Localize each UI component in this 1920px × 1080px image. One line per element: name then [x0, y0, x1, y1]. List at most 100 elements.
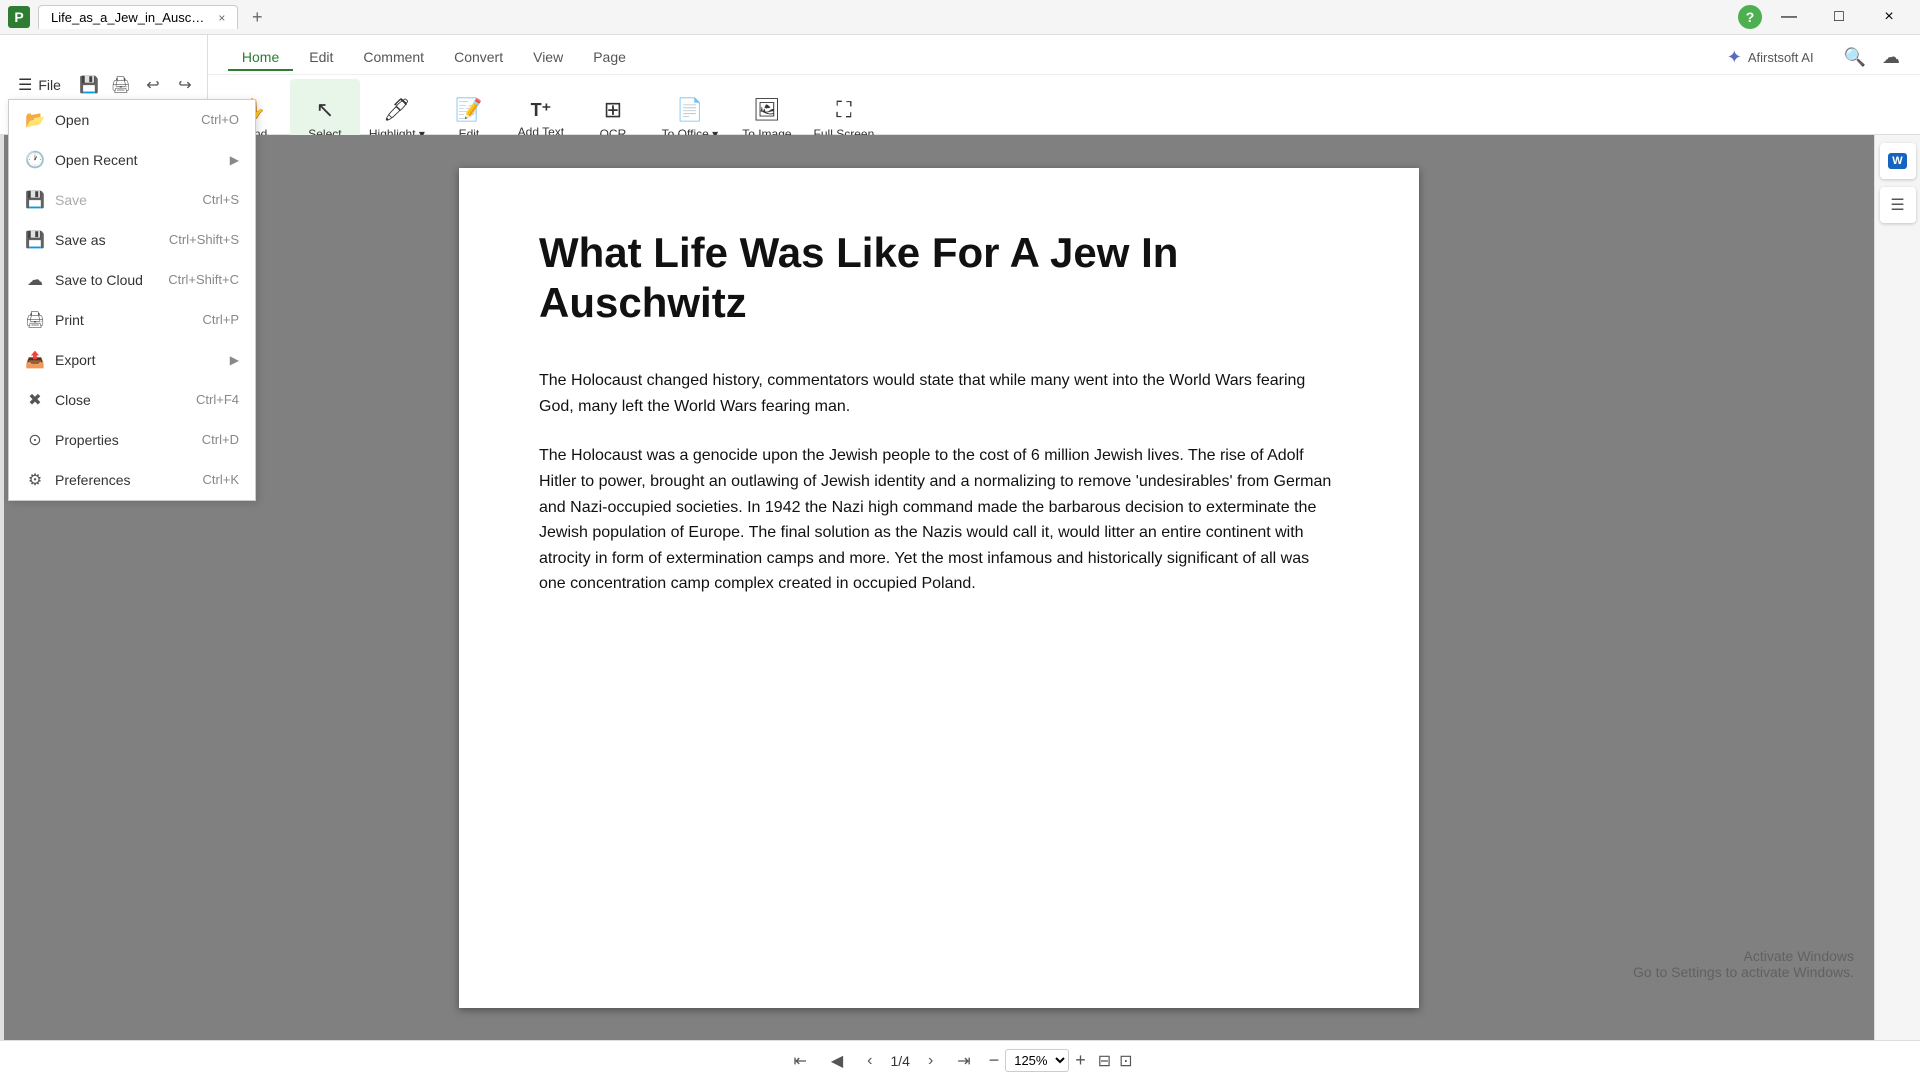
help-icon: ?	[1738, 5, 1762, 29]
go-first-page-button[interactable]: ⇤	[787, 1047, 812, 1075]
activate-title: Activate Windows	[1633, 948, 1854, 964]
fit-page-button[interactable]: ⊡	[1119, 1051, 1132, 1071]
sidebar-right: W ☰	[1874, 135, 1920, 1040]
zoom-section: − 125% 100% 75% 150% +	[989, 1049, 1086, 1072]
search-button[interactable]: 🔍	[1844, 47, 1866, 68]
zoom-in-button[interactable]: +	[1075, 1050, 1086, 1071]
fit-width-button[interactable]: ⊟	[1098, 1051, 1111, 1071]
close-button[interactable]: ×	[1866, 0, 1912, 35]
properties-shortcut: Ctrl+D	[202, 432, 239, 447]
menu-item-open-recent[interactable]: 🕐 Open Recent ▶	[9, 140, 255, 180]
active-tab[interactable]: Life_as_a_Jew_in_Auschw... ×	[38, 5, 238, 29]
pdf-page: What Life Was Like For A Jew In Auschwit…	[459, 168, 1419, 1008]
tab-close-button[interactable]: ×	[218, 11, 225, 25]
status-bar: ⇤ ◀ ‹ 1/4 › ⇥ − 125% 100% 75% 150% + ⊟ ⊡	[0, 1040, 1920, 1080]
last-page-button[interactable]: ⇥	[951, 1047, 976, 1075]
highlight-icon: 🖊	[383, 97, 411, 123]
menu-item-save-cloud[interactable]: ☁ Save to Cloud Ctrl+Shift+C	[9, 260, 255, 300]
prev-page-button[interactable]: ◀	[825, 1047, 849, 1075]
title-bar-right: ? — □ ×	[1738, 0, 1912, 35]
panel-icon-button[interactable]: ☰	[1880, 187, 1916, 223]
open-icon: 📂	[25, 110, 45, 130]
zoom-out-button[interactable]: −	[989, 1050, 1000, 1071]
ai-label: Afirstsoft AI	[1748, 50, 1814, 65]
undo-button[interactable]: ↩	[139, 71, 167, 99]
menu-item-print[interactable]: 🖨 Print Ctrl+P	[9, 300, 255, 340]
to-image-icon: 🖼	[753, 97, 781, 123]
word-badge: W	[1888, 153, 1906, 169]
file-menu-dropdown: 📂 Open Ctrl+O 🕐 Open Recent ▶ 💾 Save Ctr…	[8, 99, 256, 501]
open-shortcut: Ctrl+O	[201, 112, 239, 127]
title-bar-left: P Life_as_a_Jew_in_Auschw... × +	[8, 5, 269, 29]
save-shortcut: Ctrl+S	[203, 192, 239, 207]
menu-item-save-as[interactable]: 💾 Save as Ctrl+Shift+S	[9, 220, 255, 260]
hamburger-icon: ☰	[18, 75, 32, 95]
title-bar: P Life_as_a_Jew_in_Auschw... × + ? — □ ×	[0, 0, 1920, 35]
file-label: File	[38, 77, 61, 93]
menu-item-open[interactable]: 📂 Open Ctrl+O	[9, 100, 255, 140]
print-label: Print	[55, 312, 84, 328]
tab-comment[interactable]: Comment	[349, 45, 438, 71]
ocr-icon: ⊞	[604, 97, 622, 123]
export-icon: 📤	[25, 350, 45, 370]
fit-buttons: ⊟ ⊡	[1098, 1051, 1133, 1071]
pdf-title: What Life Was Like For A Jew In Auschwit…	[539, 228, 1339, 329]
print-shortcut: Ctrl+P	[203, 312, 239, 327]
close-icon: ✖	[25, 390, 45, 410]
activate-watermark: Activate Windows Go to Settings to activ…	[1633, 948, 1854, 980]
activate-sub: Go to Settings to activate Windows.	[1633, 964, 1854, 980]
tab-home[interactable]: Home	[228, 45, 293, 71]
export-label: Export	[55, 352, 95, 368]
menu-item-preferences[interactable]: ⚙ Preferences Ctrl+K	[9, 460, 255, 500]
word-panel-button[interactable]: W	[1880, 143, 1916, 179]
redo-button[interactable]: ↪	[171, 71, 199, 99]
edit-icon: 📝	[455, 97, 482, 123]
zoom-select[interactable]: 125% 100% 75% 150%	[1005, 1049, 1069, 1072]
menu-item-close[interactable]: ✖ Close Ctrl+F4	[9, 380, 255, 420]
full-screen-icon: ⛶	[836, 97, 851, 123]
properties-label: Properties	[55, 432, 119, 448]
main-layout: What Life Was Like For A Jew In Auschwit…	[0, 135, 1920, 1040]
maximize-button[interactable]: □	[1816, 0, 1862, 35]
open-recent-arrow: ▶	[230, 153, 239, 167]
export-arrow: ▶	[230, 353, 239, 367]
tab-title: Life_as_a_Jew_in_Auschw...	[51, 10, 210, 25]
app-icon: P	[8, 6, 30, 28]
close-label: Close	[55, 392, 91, 408]
print-menu-icon: 🖨	[25, 310, 45, 330]
toolbar: ☰ File 💾 🖨 ↩ ↪ Home Edit Comment Convert…	[0, 35, 1920, 135]
preferences-label: Preferences	[55, 472, 130, 488]
save-as-label: Save as	[55, 232, 106, 248]
save-as-shortcut: Ctrl+Shift+S	[169, 232, 239, 247]
pdf-area[interactable]: What Life Was Like For A Jew In Auschwit…	[4, 135, 1874, 1040]
menu-item-properties[interactable]: ⊙ Properties Ctrl+D	[9, 420, 255, 460]
menu-item-export[interactable]: 📤 Export ▶	[9, 340, 255, 380]
ai-button[interactable]: ✦ Afirstsoft AI	[1713, 41, 1828, 74]
page-info: 1/4	[891, 1053, 910, 1069]
tab-convert[interactable]: Convert	[440, 45, 517, 71]
preferences-shortcut: Ctrl+K	[203, 472, 239, 487]
to-office-icon: 📄	[676, 97, 703, 123]
save-cloud-icon: ☁	[25, 270, 45, 290]
cloud-upload-button[interactable]: ☁	[1882, 47, 1900, 68]
tab-view[interactable]: View	[519, 45, 577, 71]
prev-page-step-button[interactable]: ›	[922, 1048, 939, 1074]
next-page-step-button[interactable]: ‹	[861, 1048, 878, 1074]
minimize-button[interactable]: —	[1766, 0, 1812, 35]
select-icon: ↖	[316, 97, 334, 123]
file-menu-button[interactable]: ☰ File	[8, 71, 71, 99]
preferences-icon: ⚙	[25, 470, 45, 490]
add-tab-button[interactable]: +	[246, 7, 269, 28]
save-label: Save	[55, 192, 87, 208]
pdf-paragraph-1: The Holocaust changed history, commentat…	[539, 368, 1339, 419]
open-recent-label: Open Recent	[55, 152, 138, 168]
open-recent-icon: 🕐	[25, 150, 45, 170]
close-shortcut: Ctrl+F4	[196, 392, 239, 407]
print-toolbar-button[interactable]: 🖨	[107, 71, 135, 99]
menu-item-save: 💾 Save Ctrl+S	[9, 180, 255, 220]
save-toolbar-button[interactable]: 💾	[75, 71, 103, 99]
tab-page[interactable]: Page	[579, 45, 640, 71]
tab-edit[interactable]: Edit	[295, 45, 347, 71]
properties-icon: ⊙	[25, 430, 45, 450]
save-as-icon: 💾	[25, 230, 45, 250]
